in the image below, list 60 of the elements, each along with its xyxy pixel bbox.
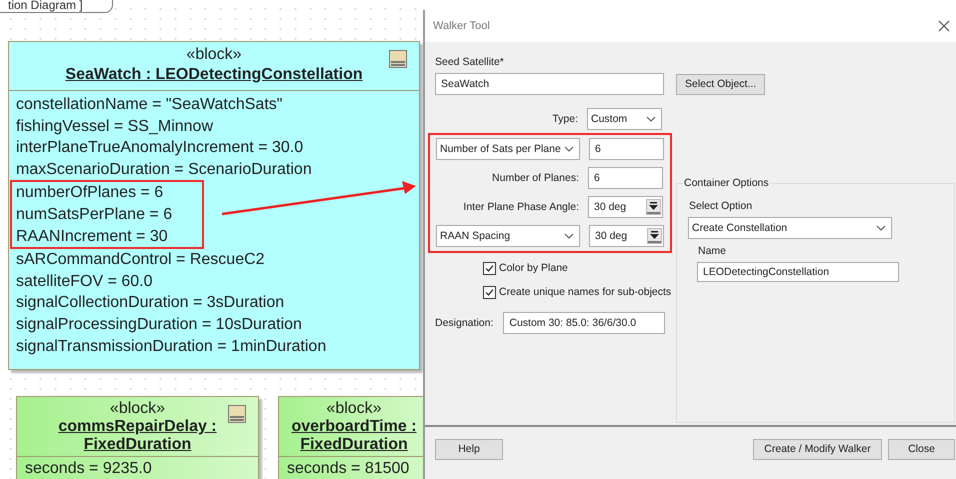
stereotype-label: «block» bbox=[110, 400, 166, 418]
spinner-field[interactable]: 30 deg bbox=[589, 225, 664, 247]
field-label: Type: bbox=[551, 113, 578, 125]
input-field[interactable]: SeaWatch bbox=[435, 73, 664, 95]
dropdown[interactable]: Number of Sats per Plane bbox=[436, 138, 580, 160]
field-label: Designation: bbox=[435, 317, 494, 329]
create-walker-button[interactable]: Create / Modify Walker bbox=[753, 438, 882, 460]
attribute-text: sARCommandControl = RescueC2 bbox=[16, 250, 266, 270]
checkbox[interactable] bbox=[483, 262, 496, 274]
checkbox-label: Color by Plane bbox=[499, 262, 568, 274]
field-label: Select Option bbox=[689, 200, 754, 213]
block-icon bbox=[389, 50, 407, 68]
dropdown[interactable]: Create Constellation bbox=[688, 217, 892, 239]
attribute-text: maxScenarioDuration = ScenarioDuration bbox=[16, 160, 313, 180]
attribute-text: seconds = 81500 bbox=[287, 459, 410, 479]
input-field[interactable]: Custom 30: 85.0: 36/6/30.0 bbox=[503, 312, 665, 334]
block-card[interactable]: «block» overboardTime : FixedDuration seconds = 81500 bbox=[278, 396, 423, 479]
caret-icon bbox=[564, 233, 574, 239]
attribute-text: satelliteFOV = 60.0 bbox=[16, 272, 154, 292]
field-label: Name bbox=[697, 245, 728, 258]
input-field[interactable]: 6 bbox=[589, 138, 664, 160]
spinner-field[interactable]: 30 deg bbox=[588, 196, 663, 218]
caret-icon bbox=[646, 116, 656, 122]
block-card[interactable] bbox=[8, 41, 420, 370]
attribute-text: signalTransmissionDuration = 1minDuration bbox=[16, 336, 328, 357]
input-field[interactable]: LEODetectingConstellation bbox=[697, 262, 899, 282]
input-field[interactable]: 6 bbox=[588, 167, 663, 189]
field-label: Inter Plane Phase Angle: bbox=[462, 201, 579, 213]
checkbox-label: Create unique names for sub-objects bbox=[499, 286, 672, 298]
dropdown[interactable]: Custom bbox=[587, 108, 662, 130]
attribute-text: constellationName = "SeaWatchSats" bbox=[16, 95, 284, 115]
caret-icon bbox=[564, 146, 574, 152]
spinner-icon bbox=[647, 228, 662, 244]
block-name: commsRepairDelay : FixedDuration bbox=[58, 418, 217, 454]
block-name: SeaWatch : LEODetectingConstellation bbox=[65, 65, 363, 85]
attribute-text: fishingVessel = SS_Minnow bbox=[16, 116, 214, 137]
help-button[interactable]: Help bbox=[435, 438, 503, 460]
stereotype-label: «block» bbox=[326, 400, 382, 418]
checkbox[interactable] bbox=[483, 286, 496, 298]
close-button[interactable]: Close bbox=[888, 438, 955, 460]
attribute-text: numSatsPerPlane = 6 bbox=[16, 204, 174, 225]
group-title: Container Options bbox=[683, 177, 770, 190]
caret-icon bbox=[876, 225, 886, 231]
close-icon[interactable] bbox=[938, 20, 950, 32]
block-name: overboardTime : FixedDuration bbox=[291, 418, 417, 454]
select-object-button[interactable]: Select Object... bbox=[676, 74, 766, 94]
field-label: Seed Satellite* bbox=[435, 56, 505, 69]
attribute-text: seconds = 9235.0 bbox=[25, 459, 153, 479]
attribute-text: RAANIncrement = 30 bbox=[16, 226, 169, 247]
attribute-text: signalProcessingDuration = 10sDuration bbox=[16, 314, 303, 335]
block-card[interactable]: «block» commsRepairDelay : FixedDuration seconds = 9235.0 bbox=[16, 396, 259, 479]
field-label: Number of Planes: bbox=[491, 172, 579, 184]
dropdown[interactable]: RAAN Spacing bbox=[436, 225, 580, 247]
block-icon bbox=[228, 405, 246, 424]
spinner-icon bbox=[646, 199, 661, 215]
stereotype-label: «block» bbox=[186, 45, 242, 65]
attribute-text: interPlaneTrueAnomalyIncrement = 30.0 bbox=[16, 138, 304, 158]
window-title: Walker Tool bbox=[433, 20, 490, 32]
attribute-text: numberOfPlanes = 6 bbox=[16, 183, 164, 204]
attribute-text: signalCollectionDuration = 3sDuration bbox=[16, 293, 286, 314]
